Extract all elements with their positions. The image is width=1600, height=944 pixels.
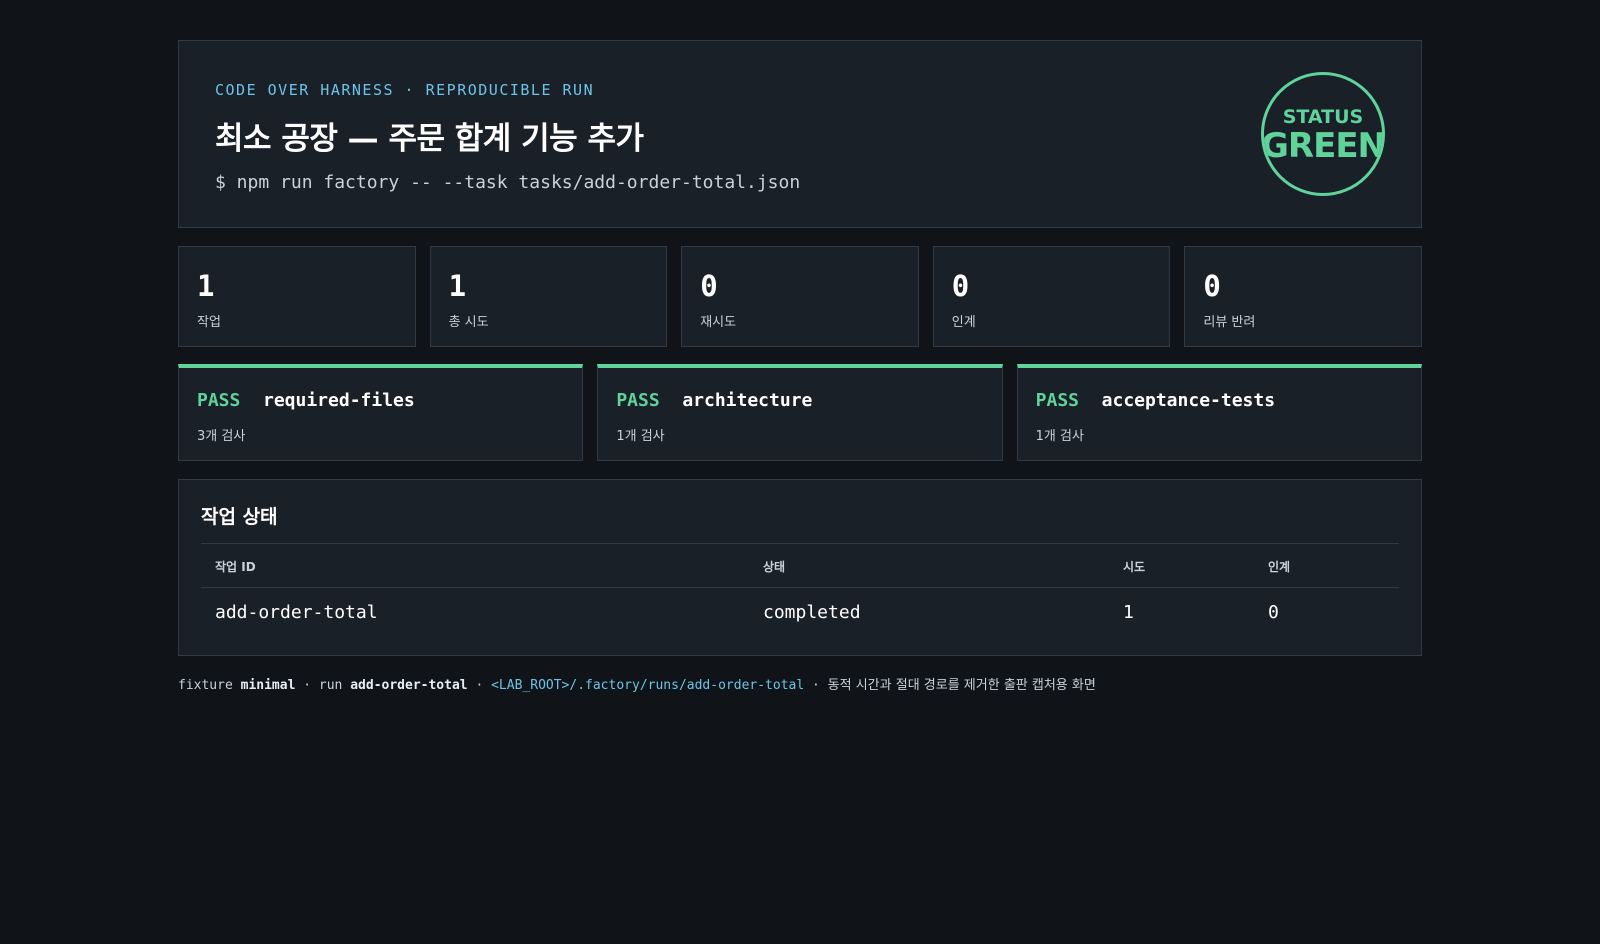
run-prefix: · run bbox=[303, 678, 343, 693]
table-header-row: 작업 ID 상태 시도 인계 bbox=[201, 543, 1399, 588]
stat-label: 인계 bbox=[951, 315, 976, 330]
stat-card-attempts: 1 총 시도 bbox=[429, 246, 668, 347]
stat-card-tasks: 1 작업 bbox=[178, 246, 416, 347]
status-badge: STATUS GREEN bbox=[1261, 72, 1385, 196]
task-handoffs-cell: 0 bbox=[1268, 602, 1279, 623]
task-status-title: 작업 상태 bbox=[201, 506, 278, 528]
task-attempts-cell: 1 bbox=[1123, 602, 1134, 623]
check-detail: 1개 검사 bbox=[616, 429, 665, 444]
column-header-handoffs: 인계 bbox=[1254, 543, 1399, 588]
task-status-panel: 작업 상태 작업 ID 상태 시도 인계 add-order-total com… bbox=[178, 479, 1422, 656]
status-label: STATUS bbox=[1282, 106, 1364, 128]
check-name: acceptance-tests bbox=[1101, 390, 1276, 411]
fixture-name: minimal bbox=[240, 678, 296, 693]
check-detail: 1개 검사 bbox=[1035, 429, 1084, 444]
factory-dashboard: CODE OVER HARNESS · REPRODUCIBLE RUN 최소 … bbox=[178, 40, 1422, 693]
page-title: 최소 공장 — 주문 합계 기능 추가 bbox=[215, 121, 644, 157]
status-value: GREEN bbox=[1261, 126, 1385, 166]
stat-card-retries: 0 재시도 bbox=[681, 246, 919, 347]
stat-label: 재시도 bbox=[700, 315, 737, 330]
check-card-acceptance-tests: PASS acceptance-tests 1개 검사 bbox=[1016, 364, 1422, 461]
stat-card-review-rejects: 0 리뷰 반려 bbox=[1184, 246, 1422, 347]
check-card-required-files: PASS required-files 3개 검사 bbox=[178, 364, 584, 461]
task-id-cell: add-order-total bbox=[215, 602, 378, 623]
check-detail: 3개 검사 bbox=[197, 429, 246, 444]
fixture-prefix: fixture bbox=[178, 678, 233, 693]
column-header-attempts: 시도 bbox=[1109, 543, 1254, 588]
check-result: PASS bbox=[1035, 390, 1080, 411]
run-footer: fixture minimal · run add-order-total · … bbox=[178, 674, 1422, 693]
column-header-status: 상태 bbox=[749, 543, 1109, 588]
stat-label: 총 시도 bbox=[448, 315, 489, 330]
run-eyebrow: CODE OVER HARNESS · REPRODUCIBLE RUN bbox=[215, 81, 595, 99]
check-result: PASS bbox=[616, 390, 660, 411]
stat-value: 1 bbox=[197, 269, 215, 303]
stat-label: 리뷰 반려 bbox=[1203, 315, 1256, 330]
check-name: required-files bbox=[263, 390, 415, 411]
column-header-task-id: 작업 ID bbox=[201, 543, 749, 588]
stat-label: 작업 bbox=[197, 315, 221, 330]
capture-note: 동적 시간과 절대 경로를 제거한 출판 캡처용 화면 bbox=[827, 678, 1096, 693]
task-status-cell: completed bbox=[763, 602, 861, 623]
check-result: PASS bbox=[197, 390, 241, 411]
stat-value: 0 bbox=[700, 269, 718, 303]
run-command: $ npm run factory -- --task tasks/add-or… bbox=[215, 172, 801, 193]
table-row: add-order-total completed 1 0 bbox=[201, 588, 1399, 623]
stat-value: 0 bbox=[1203, 269, 1221, 303]
run-header: CODE OVER HARNESS · REPRODUCIBLE RUN 최소 … bbox=[178, 40, 1422, 228]
stat-value: 0 bbox=[951, 269, 970, 303]
footer-separator: · bbox=[812, 678, 820, 693]
stat-card-handoffs: 0 인계 bbox=[932, 246, 1171, 347]
check-name: architecture bbox=[682, 390, 813, 411]
stats-row: 1 작업 1 총 시도 0 재시도 0 인계 0 리뷰 반려 bbox=[178, 246, 1422, 347]
check-card-architecture: PASS architecture 1개 검사 bbox=[597, 364, 1003, 461]
run-name: add-order-total bbox=[350, 678, 468, 693]
task-table: 작업 ID 상태 시도 인계 add-order-total completed… bbox=[201, 543, 1399, 623]
footer-separator: · bbox=[475, 678, 484, 693]
run-path: <LAB_ROOT>/.factory/runs/add-order-total bbox=[491, 678, 805, 693]
checks-row: PASS required-files 3개 검사 PASS architect… bbox=[178, 364, 1422, 461]
stat-value: 1 bbox=[448, 269, 467, 303]
